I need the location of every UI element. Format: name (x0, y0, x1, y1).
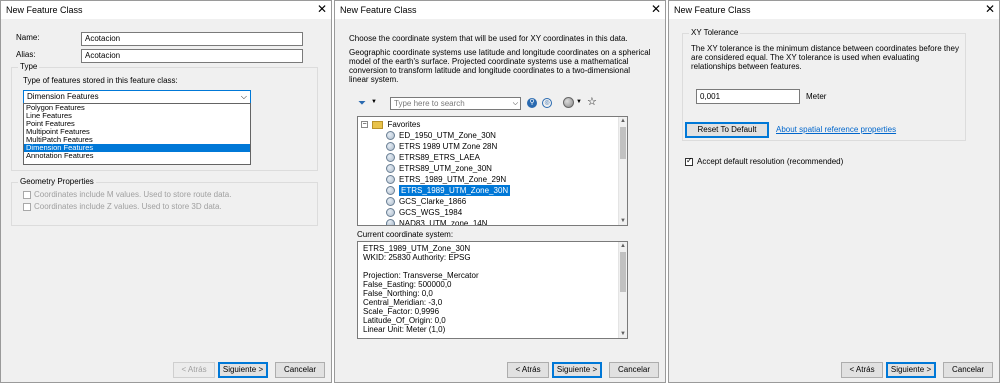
new-feature-class-dialog-tolerance: New Feature Class ✕ XY Tolerance The XY … (668, 0, 1000, 383)
xy-tolerance-title: XY Tolerance (689, 28, 741, 38)
tree-item-coordinate-system[interactable]: ETRS89_ETRS_LAEA (399, 152, 480, 163)
cancel-button[interactable]: Cancelar (609, 362, 659, 378)
detail-line: Latitude_Of_Origin: 0,0 (363, 316, 446, 325)
globe-icon (386, 131, 395, 140)
close-icon[interactable]: ✕ (649, 2, 663, 16)
tree-scrollbar[interactable]: ▲ ▼ (618, 117, 627, 225)
scroll-down-icon[interactable]: ▼ (619, 330, 627, 338)
add-coordinate-system-icon[interactable] (563, 97, 574, 108)
detail-line: Central_Meridian: -3,0 (363, 298, 443, 307)
folder-icon (372, 120, 384, 129)
z-values-label: Coordinates include Z values. Used to st… (34, 202, 222, 211)
xy-tolerance-description: The XY tolerance is the minimum distance… (691, 44, 959, 71)
globe-icon (386, 175, 395, 184)
alias-label: Alias: (16, 50, 36, 59)
dialog-title: New Feature Class (1, 1, 331, 19)
scroll-up-icon[interactable]: ▲ (619, 117, 627, 125)
cancel-button[interactable]: Cancelar (943, 362, 993, 378)
feature-type-select[interactable]: Dimension Features ⌵ (23, 90, 251, 104)
next-button[interactable]: Siguiente > (552, 362, 602, 378)
back-button[interactable]: < Atrás (841, 362, 883, 378)
chevron-down-icon: ⌵ (512, 100, 518, 107)
detail-line: Linear Unit: Meter (1,0) (363, 325, 446, 334)
details-scrollbar[interactable]: ▲ ▼ (618, 242, 627, 338)
detail-line: False_Easting: 500000,0 (363, 280, 452, 289)
feature-type-option-annotation[interactable]: Annotation Features (24, 152, 250, 160)
feature-type-selected: Dimension Features (27, 92, 99, 101)
close-icon[interactable]: ✕ (983, 2, 997, 16)
m-values-checkbox[interactable] (23, 191, 31, 199)
feature-type-dropdown-list: Polygon Features Line Features Point Fea… (23, 103, 251, 165)
close-icon[interactable]: ✕ (315, 2, 329, 16)
tolerance-field[interactable]: 0,001 (696, 89, 800, 104)
globe-icon (386, 219, 395, 225)
accept-default-resolution-label: Accept default resolution (recommended) (697, 157, 844, 166)
z-values-checkbox[interactable] (23, 203, 31, 211)
coordinate-intro: Choose the coordinate system that will b… (349, 34, 628, 43)
cancel-button[interactable]: Cancelar (275, 362, 325, 378)
name-label: Name: (16, 33, 40, 42)
scroll-up-icon[interactable]: ▲ (619, 242, 627, 250)
back-button[interactable]: < Atrás (173, 362, 215, 378)
clear-search-icon[interactable]: ◎ (542, 98, 552, 108)
detail-line: WKID: 25830 Authority: EPSG (363, 253, 471, 262)
globe-icon (386, 186, 395, 195)
dialog-title: New Feature Class (335, 1, 665, 19)
search-icon[interactable]: ⚲ (527, 98, 537, 108)
new-feature-class-dialog-coordinates: New Feature Class ✕ Choose the coordinat… (334, 0, 666, 383)
detail-line: Scale_Factor: 0,9996 (363, 307, 440, 316)
search-input[interactable]: Type here to search ⌵ (390, 97, 521, 110)
tree-item-coordinate-system[interactable]: GCS_Clarke_1866 (399, 196, 466, 207)
about-spatial-reference-link[interactable]: About spatial reference properties (776, 125, 896, 135)
detail-line: Projection: Transverse_Mercator (363, 271, 479, 280)
coordinate-system-tree: − Favorites ED_1950_UTM_Zone_30N ETRS 19… (357, 116, 628, 226)
dialog-title: New Feature Class (669, 1, 999, 19)
collapse-icon[interactable]: − (361, 121, 368, 129)
filter-dropdown-arrow[interactable]: ▼ (371, 99, 377, 105)
globe-icon (386, 208, 395, 217)
globe-icon (386, 142, 395, 151)
tree-item-coordinate-system[interactable]: ETRS_1989_UTM_Zone_29N (399, 174, 506, 185)
tree-item-coordinate-system[interactable]: ETRS89_UTM_zone_30N (399, 163, 492, 174)
new-feature-class-dialog-type: New Feature Class ✕ Name: Acotacion Alia… (0, 0, 332, 383)
scroll-down-icon[interactable]: ▼ (619, 217, 627, 225)
type-description: Type of features stored in this feature … (23, 76, 178, 85)
tree-item-coordinate-system-selected[interactable]: ETRS_1989_UTM_Zone_30N (399, 185, 511, 196)
next-button[interactable]: Siguiente > (886, 362, 936, 378)
m-values-label: Coordinates include M values. Used to st… (34, 190, 232, 199)
geometry-group-title: Geometry Properties (18, 177, 96, 187)
chevron-down-icon: ⌵ (240, 92, 247, 101)
detail-line: False_Northing: 0,0 (363, 289, 433, 298)
reset-to-default-button[interactable]: Reset To Default (685, 122, 769, 138)
filter-icon[interactable]: ⏷ (358, 98, 372, 110)
globe-icon (386, 164, 395, 173)
tree-item-coordinate-system[interactable]: ED_1950_UTM_Zone_30N (399, 130, 496, 141)
tolerance-unit-label: Meter (806, 92, 827, 101)
globe-icon (386, 153, 395, 162)
scroll-thumb[interactable] (620, 127, 626, 159)
favorites-folder[interactable]: − Favorites (361, 119, 420, 130)
current-coordinate-details: ETRS_1989_UTM_Zone_30N WKID: 25830 Autho… (357, 241, 628, 339)
search-placeholder: Type here to search (394, 99, 465, 108)
alias-field[interactable]: Acotacion (81, 49, 303, 63)
tree-item-coordinate-system[interactable]: GCS_WGS_1984 (399, 207, 462, 218)
add-favorite-icon[interactable]: ☆ (587, 96, 597, 108)
favorites-label: Favorites (387, 120, 421, 129)
detail-line: ETRS_1989_UTM_Zone_30N (363, 244, 471, 253)
type-group-title: Type (18, 62, 40, 72)
tree-item-coordinate-system[interactable]: NAD83_UTM_zone_14N (399, 218, 488, 225)
globe-icon (386, 197, 395, 206)
detail-line (361, 262, 624, 271)
current-coordinate-label: Current coordinate system: (357, 230, 454, 239)
next-button[interactable]: Siguiente > (218, 362, 268, 378)
name-field[interactable]: Acotacion (81, 32, 303, 46)
scroll-thumb[interactable] (620, 252, 626, 292)
add-dropdown-arrow[interactable]: ▼ (576, 99, 582, 105)
coordinate-description: Geographic coordinate systems use latitu… (349, 48, 651, 84)
tree-item-coordinate-system[interactable]: ETRS 1989 UTM Zone 28N (399, 141, 497, 152)
accept-default-resolution-checkbox[interactable] (685, 156, 693, 166)
back-button[interactable]: < Atrás (507, 362, 549, 378)
